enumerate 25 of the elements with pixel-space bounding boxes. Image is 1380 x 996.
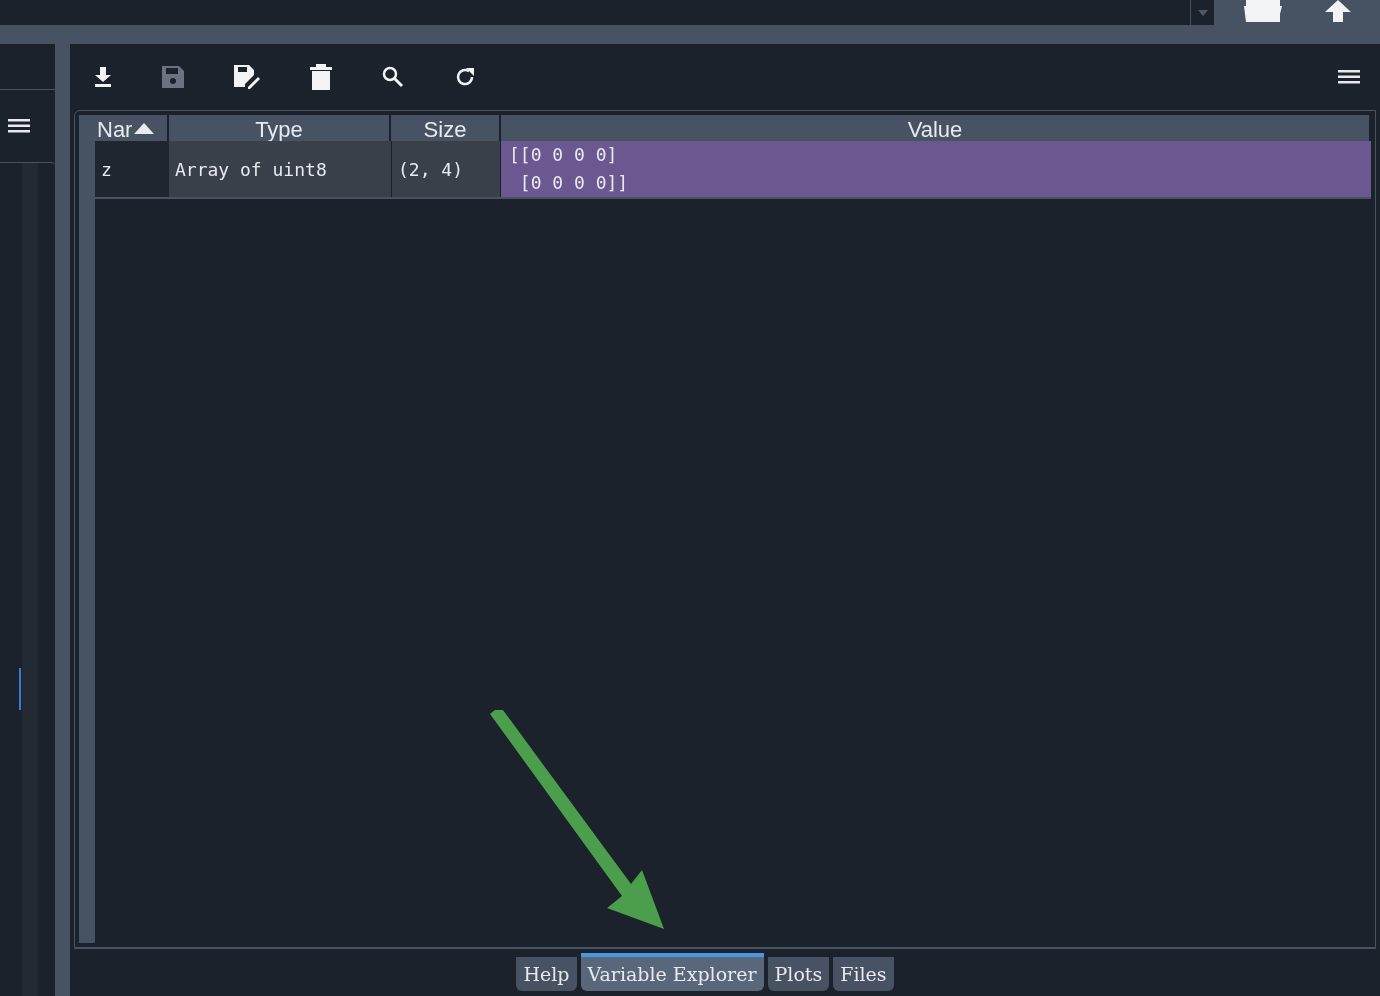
search-icon[interactable]	[382, 66, 404, 88]
refresh-icon[interactable]	[454, 66, 476, 88]
table-cell: Array of uint8	[169, 141, 391, 197]
sort-ascending-icon	[134, 122, 155, 134]
table-cell: z	[95, 141, 169, 197]
column-header[interactable]: Size	[391, 115, 501, 141]
arrow-up-icon[interactable]	[1324, 0, 1351, 22]
table-cell: [[0 0 0 0] [0 0 0 0]]	[501, 141, 1371, 197]
panel-tab[interactable]: Plots	[767, 957, 830, 991]
panel-tab[interactable]: Variable Explorer	[580, 953, 764, 991]
table-cell: (2, 4)	[391, 141, 501, 197]
panel-tab[interactable]: Help	[516, 957, 577, 991]
column-header[interactable]: Nar	[95, 115, 169, 141]
column-header[interactable]: Type	[169, 115, 391, 141]
save-as-icon[interactable]	[234, 65, 260, 89]
text-cursor	[19, 668, 21, 710]
menu-icon[interactable]	[8, 118, 30, 134]
menu-icon[interactable]	[1338, 69, 1360, 85]
panel-tab[interactable]: Files	[833, 957, 894, 991]
dropdown-caret-icon	[1197, 9, 1208, 16]
save-icon[interactable]	[162, 66, 184, 88]
download-icon[interactable]	[94, 67, 112, 87]
folder-icon[interactable]	[1244, 0, 1283, 22]
column-header[interactable]: Value	[501, 115, 1371, 141]
trash-icon[interactable]	[310, 64, 332, 90]
